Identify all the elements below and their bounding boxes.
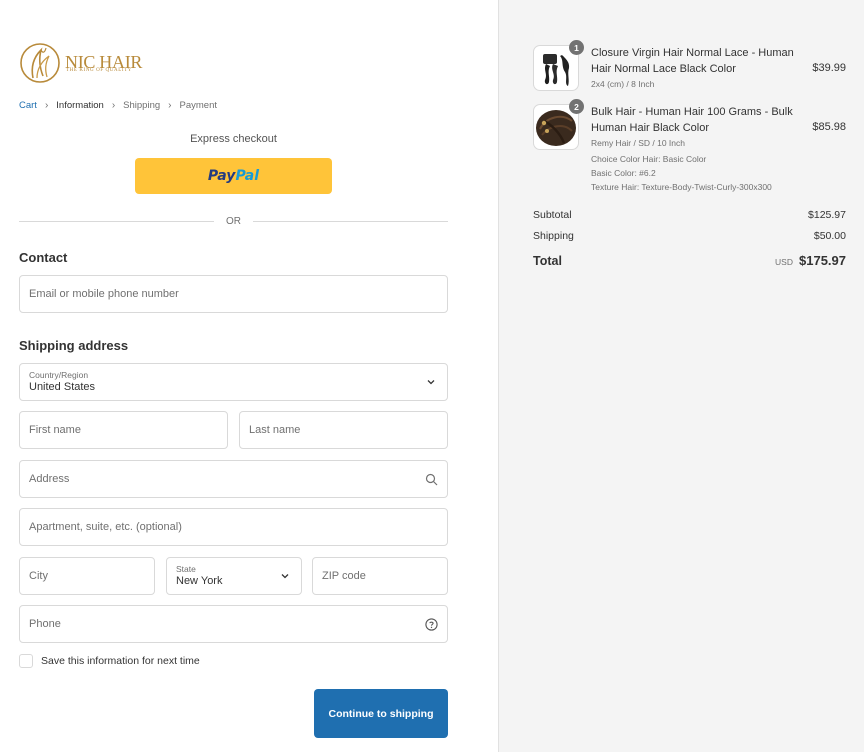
phone-placeholder: Phone [29,618,61,630]
brand-tagline: THE KING OF QUALITY [66,68,132,73]
item-variant: Remy Hair / SD / 10 Inch [591,138,686,148]
chevron-right-icon: › [168,100,172,111]
subtotal-value: $125.97 [808,209,846,221]
save-info-label: Save this information for next time [41,655,200,667]
total-row: Total USD $175.97 [533,253,846,268]
quantity-badge: 1 [569,40,584,55]
address-placeholder: Address [29,473,70,485]
item-title: Bulk Hair - Human Hair 100 Grams - Bulk … [591,106,793,134]
last-name-placeholder: Last name [249,424,301,436]
order-item: 1 Closure Virgin Hair Normal Lace - Huma… [533,40,848,91]
item-option-color: Choice Color Hair: Basic Color [591,154,707,164]
quantity-badge: 2 [569,99,584,114]
or-text: OR [226,215,241,227]
item-title: Closure Virgin Hair Normal Lace - Human … [591,47,794,75]
shipping-label: Shipping [533,230,574,242]
logo-emblem-icon [20,43,60,83]
save-info-row[interactable]: Save this information for next time [19,654,200,668]
item-price: $85.98 [812,121,846,133]
total-amount-group: USD $175.97 [775,253,846,268]
item-variant: 2x4 (cm) / 8 Inch [591,79,655,89]
divider-line [253,220,448,222]
paypal-logo-pay: Pay [207,168,236,184]
zip-field[interactable]: ZIP code [312,557,448,595]
chevron-down-icon [281,574,289,579]
chevron-down-icon [427,380,435,385]
breadcrumb-information: Information [56,100,104,111]
breadcrumb-payment: Payment [179,100,218,111]
first-name-field[interactable]: First name [19,411,228,449]
first-name-placeholder: First name [29,424,81,436]
divider-line [19,220,214,222]
item-price: $39.99 [812,62,846,74]
apartment-field[interactable]: Apartment, suite, etc. (optional) [19,508,448,546]
item-option-basic-color: Basic Color: #6.2 [591,168,656,178]
shipping-address-heading: Shipping address [19,338,129,353]
country-value: United States [29,381,96,393]
last-name-field[interactable]: Last name [239,411,448,449]
state-select[interactable]: State New York [166,557,302,595]
breadcrumb-cart[interactable]: Cart [19,100,37,111]
item-option-texture: Texture Hair: Texture-Body-Twist-Curly-3… [591,182,772,192]
shipping-value: $50.00 [813,230,846,242]
continue-to-shipping-button[interactable]: Continue to shipping [314,689,448,738]
email-placeholder: Email or mobile phone number [29,288,179,300]
order-summary-panel: 1 Closure Virgin Hair Normal Lace - Huma… [498,0,864,752]
product-thumbnail: 1 [533,40,584,91]
order-item: 2 Bulk Hair - Human Hair 100 Grams - Bul… [533,99,848,194]
state-label: State [176,564,196,574]
help-circle-icon[interactable] [425,618,438,631]
chevron-right-icon: › [111,100,116,111]
shipping-row: Shipping $50.00 [533,230,846,242]
chevron-right-icon: › [44,100,49,111]
country-label: Country/Region [29,370,89,380]
subtotal-label: Subtotal [533,209,572,221]
express-checkout-label: Express checkout [190,133,277,145]
save-info-checkbox[interactable] [19,654,33,668]
city-field[interactable]: City [19,557,155,595]
city-placeholder: City [29,570,48,582]
currency-code: USD [775,257,793,267]
subtotal-row: Subtotal $125.97 [533,209,846,221]
paypal-button[interactable]: Pay Pal [135,158,332,194]
breadcrumb-shipping: Shipping [123,100,161,111]
phone-field[interactable]: Phone [19,605,448,643]
zip-placeholder: ZIP code [322,570,366,582]
state-value: New York [176,575,223,587]
brand-logo[interactable]: NIC HAIR THE KING OF QUALITY [19,40,144,86]
search-icon [425,473,438,486]
total-value: $175.97 [799,253,846,268]
checkout-form-panel: NIC HAIR THE KING OF QUALITY Cart › Info… [0,0,498,752]
email-field[interactable]: Email or mobile phone number [19,275,448,313]
total-label: Total [533,254,562,268]
breadcrumb: Cart › Information › Shipping › Payment [19,100,217,111]
country-select[interactable]: Country/Region United States [19,363,448,401]
contact-heading: Contact [19,250,68,265]
or-divider: OR [19,214,448,228]
apartment-placeholder: Apartment, suite, etc. (optional) [29,521,182,533]
address-field[interactable]: Address [19,460,448,498]
product-thumbnail: 2 [533,99,584,150]
paypal-logo-pal: Pal [235,168,260,184]
